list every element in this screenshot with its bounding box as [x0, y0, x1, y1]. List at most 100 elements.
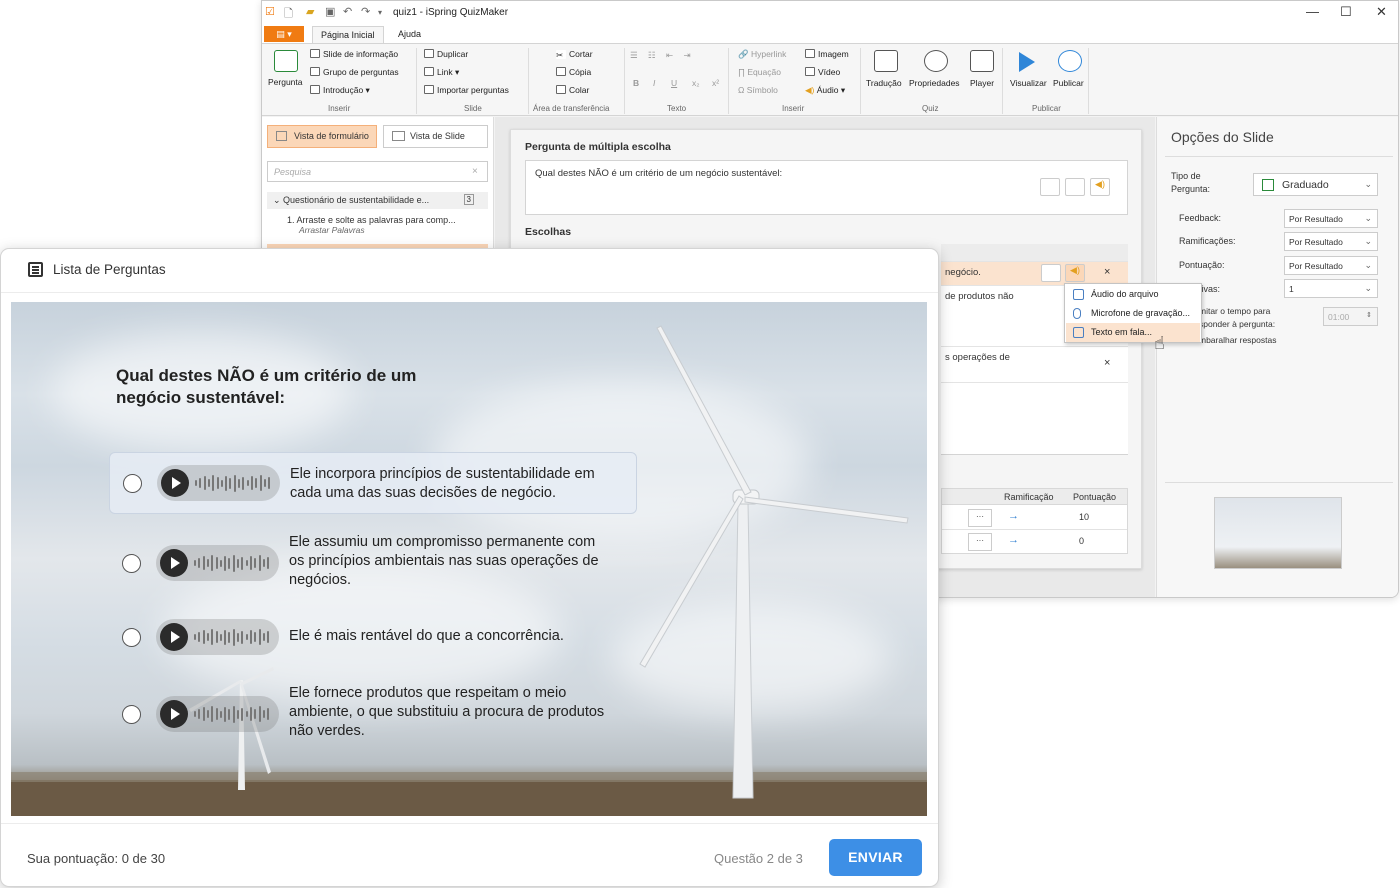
propriedades-button[interactable]: Propriedades: [909, 78, 960, 89]
waveform-bar: [254, 709, 257, 719]
feedback-select[interactable]: Por Resultado ⌄: [1284, 209, 1378, 228]
score-cell[interactable]: 10: [1079, 512, 1089, 522]
duplicar-button[interactable]: Duplicar: [424, 49, 468, 60]
clear-search-icon[interactable]: ×: [472, 166, 478, 177]
add-image-icon[interactable]: [1040, 178, 1060, 196]
app-logo-icon: ☑: [265, 6, 275, 18]
menu-item-audio-arquivo[interactable]: Áudio do arquivo: [1066, 285, 1200, 304]
delete-choice-icon[interactable]: ×: [1104, 266, 1110, 278]
tree-group-row[interactable]: ⌄ Questionário de sustentabilidade e... …: [267, 192, 488, 209]
undo-icon[interactable]: ↶: [343, 5, 352, 18]
visualizar-button[interactable]: Visualizar: [1010, 78, 1047, 89]
choice-audio-icon[interactable]: ◀): [1065, 264, 1085, 282]
menu-item-texto-em-fala[interactable]: Texto em fala...: [1066, 323, 1200, 342]
traducao-button[interactable]: Tradução: [866, 78, 902, 89]
tentativas-select[interactable]: 1 ⌄: [1284, 279, 1378, 298]
play-icon[interactable]: [160, 549, 188, 577]
waveform-bar: [225, 475, 228, 491]
score-cell[interactable]: 0: [1079, 536, 1084, 546]
answer-option-2[interactable]: Ele assumiu um compromisso permanente co…: [109, 529, 637, 599]
group-label-texto: Texto: [667, 104, 687, 113]
audio-file-icon: [1073, 289, 1084, 300]
video-button[interactable]: Vídeo: [805, 67, 840, 78]
copia-button[interactable]: Cópia: [556, 67, 591, 78]
cortar-button[interactable]: ✂ Cortar: [556, 49, 593, 60]
choice-row-3[interactable]: s operações de ×: [941, 347, 1128, 383]
tab-ajuda[interactable]: Ajuda: [390, 26, 429, 43]
tipo-select[interactable]: Graduado ⌄: [1253, 173, 1378, 196]
italic-button[interactable]: I: [653, 78, 655, 89]
underline-button[interactable]: U: [671, 78, 677, 89]
radio-button[interactable]: [122, 554, 141, 573]
tentativas-label: tivas:: [1199, 284, 1221, 294]
bold-button[interactable]: B: [633, 78, 639, 89]
vista-formulario-button[interactable]: Vista de formulário: [267, 125, 377, 148]
link-button[interactable]: Link ▾: [424, 67, 459, 78]
branch-options-button[interactable]: ···: [968, 509, 992, 527]
add-video-icon[interactable]: [1065, 178, 1085, 196]
customize-qat-icon[interactable]: ▾: [378, 8, 382, 17]
choice-image-icon[interactable]: [1041, 264, 1061, 282]
introducao-button[interactable]: Introdução ▾: [310, 85, 370, 96]
subscript-button[interactable]: x₂: [692, 78, 700, 89]
question-text-field[interactable]: Qual destes NÃO é um critério de um negó…: [525, 160, 1128, 215]
answer-option-1[interactable]: Ele incorpora princípios de sustentabili…: [109, 452, 637, 514]
importar-button[interactable]: Importar perguntas: [424, 85, 509, 96]
radio-button[interactable]: [122, 705, 141, 724]
pergunta-button[interactable]: Pergunta: [268, 77, 303, 88]
list-format-icons[interactable]: ☰ ☷ ⇤ ⇥: [630, 50, 695, 61]
tree-item-1[interactable]: 1. Arraste e solte as palavras para comp…: [267, 215, 488, 235]
branch-arrow-icon[interactable]: →: [1008, 534, 1019, 546]
pontuacao-select[interactable]: Por Resultado ⌄: [1284, 256, 1378, 275]
radio-button[interactable]: [122, 628, 141, 647]
tempo-input[interactable]: 01:00 ⇕: [1323, 307, 1378, 326]
slide-info-button[interactable]: Slide de informação: [310, 49, 398, 60]
open-folder-icon[interactable]: ▰: [306, 5, 314, 18]
superscript-button[interactable]: x²: [712, 78, 719, 89]
ramificacoes-select[interactable]: Por Resultado ⌄: [1284, 232, 1378, 251]
add-audio-icon[interactable]: ◀): [1090, 178, 1110, 196]
radio-button[interactable]: [123, 474, 142, 493]
slide-thumbnail[interactable]: [1214, 497, 1342, 569]
delete-choice-icon[interactable]: ×: [1104, 357, 1110, 369]
audio-button[interactable]: ◀) Áudio ▾: [805, 85, 845, 96]
player-footer: Sua pontuação: 0 de 30 Questão 2 de 3 EN…: [1, 823, 938, 886]
redo-icon[interactable]: ↷: [361, 5, 370, 18]
minimize-icon[interactable]: —: [1306, 4, 1319, 19]
branch-arrow-icon[interactable]: →: [1008, 510, 1019, 522]
publicar-button[interactable]: Publicar: [1053, 78, 1084, 89]
submit-button[interactable]: ENVIAR: [829, 839, 922, 876]
tab-pagina-inicial[interactable]: Página Inicial: [312, 26, 384, 43]
hand-cursor-icon: ☝: [1154, 333, 1165, 353]
close-window-icon[interactable]: ✕: [1376, 4, 1387, 20]
equacao-button[interactable]: ∏ Equação: [738, 67, 781, 78]
new-file-icon[interactable]: 🗋: [284, 5, 293, 24]
simbolo-button[interactable]: Ω Símbolo: [738, 85, 778, 96]
grupo-perguntas-button[interactable]: Grupo de perguntas: [310, 67, 399, 78]
imagem-button[interactable]: Imagem: [805, 49, 849, 60]
audio-player[interactable]: [156, 696, 279, 732]
col-ramificacao: Ramificação: [1004, 492, 1054, 502]
play-icon[interactable]: [161, 469, 189, 497]
waveform-bar: [219, 710, 222, 718]
audio-player[interactable]: [157, 465, 280, 501]
vista-slide-button[interactable]: Vista de Slide: [383, 125, 488, 148]
save-icon[interactable]: ▣: [325, 5, 335, 18]
branch-options-button[interactable]: ···: [968, 533, 992, 551]
menu-item-microfone[interactable]: Microfone de gravação...: [1066, 304, 1200, 323]
player-button[interactable]: Player: [970, 78, 994, 89]
file-menu-button[interactable]: ▤ ▾: [264, 26, 304, 42]
question-list-icon[interactable]: [28, 262, 43, 277]
play-icon[interactable]: [160, 623, 188, 651]
maximize-icon[interactable]: ☐: [1340, 4, 1352, 20]
waveform-bar: [241, 707, 244, 721]
audio-player[interactable]: [156, 545, 279, 581]
question-list-button[interactable]: Lista de Perguntas: [53, 262, 166, 277]
answer-option-4[interactable]: Ele fornece produtos que respeitam o mei…: [109, 682, 637, 750]
audio-player[interactable]: [156, 619, 279, 655]
search-input[interactable]: Pesquisa: [267, 161, 488, 182]
play-icon[interactable]: [160, 700, 188, 728]
answer-option-3[interactable]: Ele é mais rentável do que a concorrênci…: [109, 617, 637, 657]
hyperlink-button[interactable]: 🔗 Hyperlink: [738, 49, 786, 60]
colar-button[interactable]: Colar: [556, 85, 589, 96]
